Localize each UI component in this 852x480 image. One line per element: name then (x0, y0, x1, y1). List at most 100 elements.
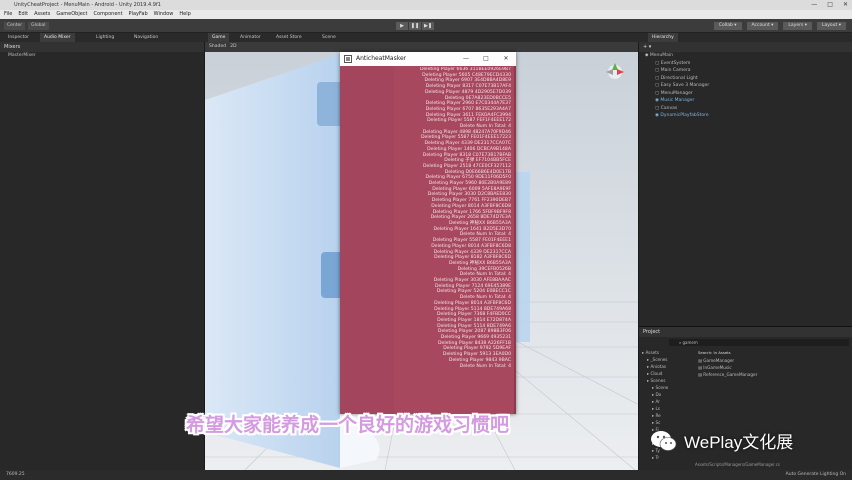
hierarchy-panel: + ▾ ◆ MenuMain ▢ EventSystem ▢ Main Camer… (638, 42, 852, 470)
folder-label: Scenes (650, 378, 666, 383)
status-lighting: Auto Generate Lighting On (785, 472, 846, 477)
folder-label: Do (655, 392, 662, 397)
hierarchy-item[interactable]: ▢ MenuManager (639, 90, 852, 98)
window-titlebar: UnityCheatProject - MenuMain - Android -… (0, 0, 852, 10)
play-button[interactable]: ▶ (396, 22, 408, 30)
hierarchy-header: + ▾ (639, 42, 852, 52)
mixer-item[interactable]: MasterMixer (0, 52, 204, 60)
pivot-center-toggle[interactable]: Center (4, 22, 26, 30)
video-subtitle: 希望大家能养成一个良好的游戏习惯吧 (186, 414, 510, 436)
menu-file[interactable]: File (4, 10, 12, 19)
hierarchy-item[interactable]: ▢ Directional Light (639, 75, 852, 83)
folder-label: Tr (655, 455, 660, 460)
shading-mode-dropdown[interactable]: Shaded (209, 44, 226, 49)
project-folder[interactable]: ▸ Assets (639, 349, 693, 356)
folder-label: _Scenes (650, 357, 668, 362)
project-file[interactable]: ▤ Reference_GameManager (695, 371, 851, 378)
step-button[interactable]: ▶❚ (422, 22, 434, 30)
hierarchy-list: ▢ EventSystem ▢ Main Camera ▢ Directional … (639, 60, 852, 120)
tab-hierarchy[interactable]: Hierarchy (648, 33, 678, 42)
tab-game[interactable]: Game (208, 33, 230, 42)
status-left: 7609.25 (6, 472, 25, 477)
tab-animator[interactable]: Animator (236, 33, 265, 42)
tab-scene[interactable]: Scene (318, 33, 340, 42)
menu-edit[interactable]: Edit (18, 10, 28, 19)
tab-asset-store[interactable]: Asset Store (272, 33, 306, 42)
project-folder[interactable]: ▸ Sc (639, 419, 693, 426)
project-folder[interactable]: ▸ Ls (639, 405, 693, 412)
hierarchy-item-label: Directional Light (660, 75, 698, 81)
project-folder[interactable]: ▸ Aniotas (639, 363, 693, 370)
minimize-button[interactable]: — (811, 0, 817, 10)
hierarchy-item[interactable]: ▢ Main Camera (639, 67, 852, 75)
hierarchy-item[interactable]: ◉ Music Manager (639, 97, 852, 105)
close-button[interactable]: ✕ (843, 0, 848, 10)
game-view-toolbar: Shaded 2D (205, 42, 638, 52)
anticheat-minimize-button[interactable]: — (456, 52, 476, 66)
file-label: InGameMusic (703, 365, 732, 370)
project-folder[interactable]: ▸ Do (639, 391, 693, 398)
account-dropdown[interactable]: Account ▾ (746, 22, 779, 30)
wechat-icon (651, 430, 677, 451)
hierarchy-item-label: Main Camera (660, 68, 691, 73)
search-scope[interactable]: In Assets (714, 350, 731, 355)
project-folder[interactable]: ▸ Ar (639, 398, 693, 405)
anticheat-window[interactable]: AnticheatMasker — □ ✕ Deleting Player 66… (340, 52, 516, 414)
project-file[interactable]: ▤ GameManager (695, 357, 851, 364)
project-folder[interactable]: ▸ Scene (639, 384, 693, 391)
project-folder[interactable]: ▸ Scenes (639, 377, 693, 384)
hierarchy-root[interactable]: ◆ MenuMain (639, 52, 852, 60)
watermark: WePlay文化展 (650, 428, 793, 453)
anticheat-title: AnticheatMasker (356, 55, 407, 62)
anticheat-scrollbar[interactable] (514, 66, 516, 414)
hierarchy-item[interactable]: ▢ Easy Save 3 Manager (639, 82, 852, 90)
tab-lighting[interactable]: Lighting (92, 33, 118, 42)
search-label: Search: (698, 350, 713, 355)
pause-button[interactable]: ❚❚ (409, 22, 421, 30)
2d-toggle[interactable]: 2D (230, 44, 236, 49)
tab-navigation[interactable]: Navigation (130, 33, 162, 42)
hierarchy-item-label: Easy Save 3 Manager (660, 83, 710, 88)
project-file[interactable]: ▤ InGameMusic (695, 364, 851, 371)
folder-label: Sc (655, 420, 661, 425)
project-folder[interactable]: ▸ Tr (639, 454, 693, 461)
menu-component[interactable]: Component (94, 10, 123, 19)
layers-dropdown[interactable]: Layers ▾ (783, 22, 812, 30)
pivot-global-toggle[interactable]: Global (28, 22, 49, 30)
anticheat-log: Deleting Player 6636 311BEE0926E9B7 Delet… (340, 67, 514, 413)
project-header: Project (639, 327, 852, 337)
collab-dropdown[interactable]: Collab ▾ (713, 22, 742, 30)
audio-mixer-panel: Mixers MasterMixer (0, 42, 205, 470)
hierarchy-item[interactable]: ▢ EventSystem (639, 60, 852, 68)
hierarchy-item[interactable]: ▢ Canvas (639, 105, 852, 113)
maximize-button[interactable]: □ (827, 0, 833, 10)
hierarchy-root-label: MenuMain (649, 53, 674, 58)
file-label: Reference_GameManager (703, 372, 758, 377)
menu-playfab[interactable]: PlayFab (129, 10, 148, 19)
menu-help[interactable]: Help (179, 10, 190, 19)
project-search-results: Search: In Assets ▤ GameManager ▤ InGameM… (695, 349, 851, 378)
selected-asset-path: Assets/Scripts/Managers/GameManager.cs (695, 462, 780, 467)
hierarchy-item[interactable]: ◉ DynamicPlayfabStore (639, 112, 852, 120)
project-folder[interactable]: ▸ _Scenes (639, 356, 693, 363)
menu-assets[interactable]: Assets (34, 10, 50, 19)
app-icon (344, 55, 352, 63)
folder-label: Scene (655, 385, 669, 390)
anticheat-maximize-button[interactable]: □ (476, 52, 496, 66)
folder-label: Ls (655, 406, 660, 411)
folder-label: Assets (645, 350, 660, 355)
search-value: gamem (682, 340, 698, 345)
project-folder[interactable]: ▸ Cloud (639, 370, 693, 377)
hierarchy-item-label: Music Manager (660, 98, 695, 103)
project-folder[interactable]: ▸ Re (639, 412, 693, 419)
tab-audio-mixer[interactable]: Audio Mixer (40, 33, 75, 42)
menu-gameobject[interactable]: GameObject (56, 10, 87, 19)
log-line: Delete Num In Total: 4 (459, 363, 511, 369)
anticheat-close-button[interactable]: ✕ (496, 52, 516, 66)
layout-dropdown[interactable]: Layout ▾ (817, 22, 846, 30)
menu-bar: File Edit Assets GameObject Component Pl… (0, 10, 852, 19)
project-search-input[interactable]: ⌕ gamem (669, 339, 849, 346)
tab-inspector[interactable]: Inspector (4, 33, 33, 42)
status-bar: 7609.25 Auto Generate Lighting On (0, 470, 852, 480)
menu-window[interactable]: Window (154, 10, 174, 19)
